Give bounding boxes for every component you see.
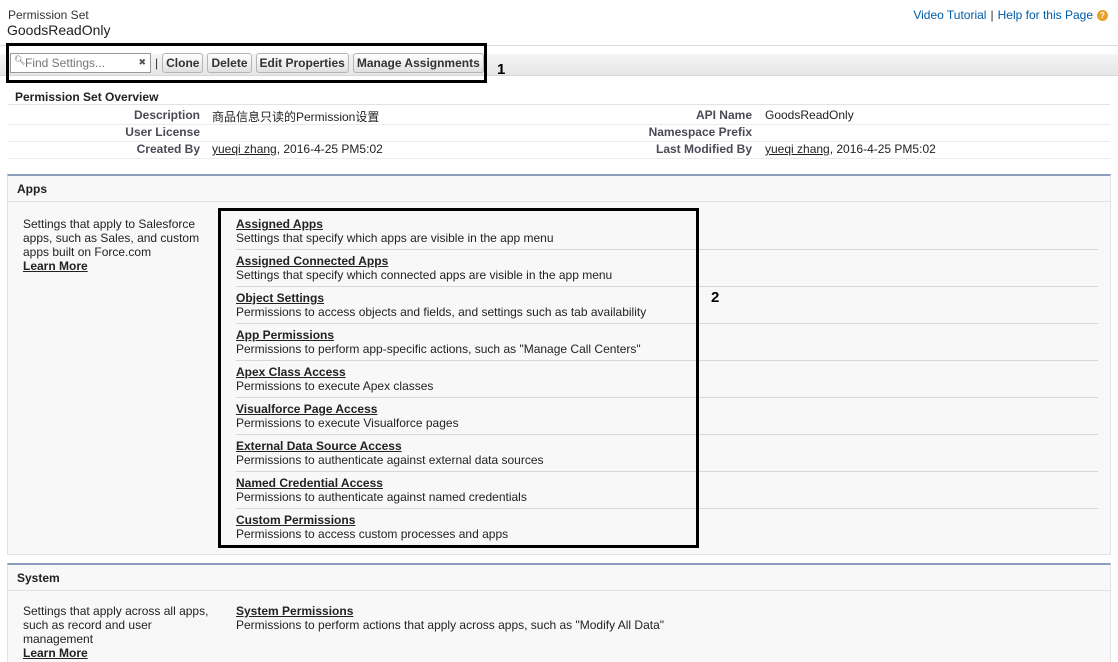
apps-description-text: Settings that apply to Salesforce apps, … (23, 217, 200, 259)
user-license-label: User License (125, 125, 200, 139)
help-icon[interactable]: ? (1097, 9, 1108, 21)
system-section-title: System (8, 565, 1110, 591)
system-description: Settings that apply across all apps, suc… (23, 604, 219, 660)
help-separator: | (990, 8, 994, 22)
annotation-label-2: 2 (711, 289, 720, 306)
overview-title: Permission Set Overview (15, 90, 159, 104)
annotation-box-1 (6, 43, 487, 83)
system-list: System Permissions Permissions to perform… (236, 600, 1098, 637)
created-by-user-link[interactable]: yueqi zhang (212, 142, 277, 156)
annotation-box-2 (218, 208, 699, 548)
overview-row-divider (8, 158, 1110, 159)
annotation-label-1: 1 (497, 61, 506, 78)
api-name-value: GoodsReadOnly (765, 108, 854, 122)
list-item: System Permissions Permissions to perform… (236, 600, 1098, 637)
last-modified-user-link[interactable]: yueqi zhang (765, 142, 830, 156)
video-tutorial-link[interactable]: Video Tutorial (913, 8, 986, 22)
namespace-prefix-label: Namespace Prefix (648, 125, 752, 139)
system-description-text: Settings that apply across all apps, suc… (23, 604, 209, 646)
system-learn-more-link[interactable]: Learn More (23, 646, 88, 660)
apps-learn-more-link[interactable]: Learn More (23, 259, 88, 273)
apps-description: Settings that apply to Salesforce apps, … (23, 217, 219, 273)
created-by-label: Created By (136, 142, 200, 156)
overview-row-description: Description 商品信息只读的Permission设置 API Name… (0, 108, 1118, 125)
overview-divider (8, 104, 1110, 105)
last-modified-date: , 2016-4-25 PM5:02 (829, 142, 936, 156)
page-header: Permission Set GoodsReadOnly Video Tutor… (0, 0, 1118, 46)
last-modified-value: yueqi zhang, 2016-4-25 PM5:02 (765, 142, 936, 156)
overview-row-created: Created By yueqi zhang, 2016-4-25 PM5:02… (0, 142, 1118, 159)
api-name-label: API Name (695, 108, 752, 122)
help-links: Video Tutorial | Help for this Page ? (913, 8, 1108, 22)
page-title: GoodsReadOnly (7, 22, 111, 38)
last-modified-label: Last Modified By (655, 142, 752, 156)
apps-section-title: Apps (8, 176, 1110, 202)
record-type-label: Permission Set (8, 8, 89, 22)
system-permissions-link[interactable]: System Permissions (236, 604, 1098, 618)
description-value: 商品信息只读的Permission设置 (212, 110, 380, 124)
help-for-page-link[interactable]: Help for this Page (998, 8, 1093, 22)
description-label: Description (133, 108, 200, 122)
list-item-desc: Permissions to perform actions that appl… (236, 618, 665, 632)
created-by-value: yueqi zhang, 2016-4-25 PM5:02 (212, 142, 383, 156)
created-by-date: , 2016-4-25 PM5:02 (276, 142, 383, 156)
system-section: System Settings that apply across all ap… (7, 563, 1111, 662)
overview-row-license: User License Namespace Prefix (0, 125, 1118, 142)
